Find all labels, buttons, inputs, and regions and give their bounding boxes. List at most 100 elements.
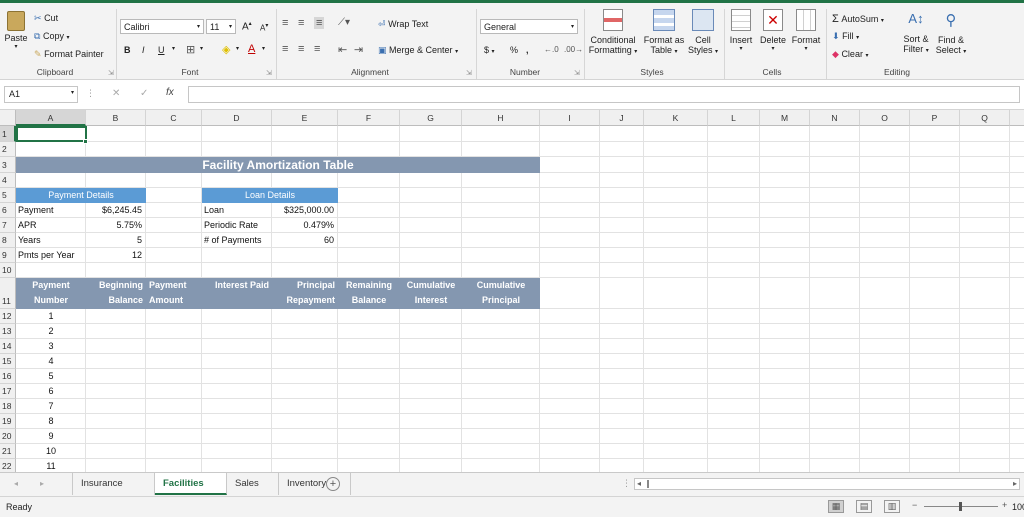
dialog-launcher-icon[interactable]: ⇲ bbox=[466, 69, 472, 77]
row-header[interactable]: 22 bbox=[0, 459, 16, 472]
add-sheet-icon[interactable]: + bbox=[326, 477, 340, 491]
dialog-launcher-icon[interactable]: ⇲ bbox=[108, 69, 114, 77]
chevron-down-icon[interactable]: ▾ bbox=[262, 45, 265, 52]
align-right-icon[interactable]: ≡ bbox=[314, 43, 320, 55]
align-top-icon[interactable]: ≡ bbox=[282, 17, 288, 29]
column-header[interactable]: A bbox=[16, 110, 86, 126]
insert-function-icon[interactable]: fx bbox=[166, 87, 174, 98]
sort-filter-button[interactable]: A↕ Sort & Filter ▾ bbox=[898, 11, 934, 54]
scroll-right-icon[interactable]: ▸ bbox=[1013, 479, 1017, 488]
formula-input[interactable] bbox=[188, 86, 1020, 103]
row-header[interactable]: 6 bbox=[0, 203, 16, 218]
cell-styles-button[interactable]: Cell Styles ▾ bbox=[688, 9, 718, 55]
column-header[interactable]: M bbox=[760, 110, 810, 126]
row-header[interactable]: 2 bbox=[0, 142, 16, 157]
page-break-icon[interactable]: ▥ bbox=[884, 500, 900, 513]
column-header[interactable]: G bbox=[400, 110, 462, 126]
column-header[interactable]: R bbox=[1010, 110, 1024, 126]
borders-icon[interactable]: ⊞ bbox=[186, 43, 195, 56]
row-header[interactable]: 18 bbox=[0, 399, 16, 414]
percent-button[interactable]: % bbox=[510, 45, 518, 55]
increase-font-icon[interactable]: A▴ bbox=[242, 20, 252, 32]
copy-button[interactable]: ⧉ Copy ▾ bbox=[34, 31, 70, 42]
merge-center-button[interactable]: ▣ Merge & Center ▾ bbox=[378, 45, 458, 56]
row-header[interactable]: 3 bbox=[0, 157, 16, 173]
column-header[interactable]: F bbox=[338, 110, 400, 126]
dialog-launcher-icon[interactable]: ⇲ bbox=[574, 69, 580, 77]
column-header[interactable]: D bbox=[202, 110, 272, 126]
scroll-left-icon[interactable]: ◂ bbox=[14, 479, 18, 488]
name-box[interactable]: A1 ▾ bbox=[4, 86, 78, 103]
column-header[interactable]: E bbox=[272, 110, 338, 126]
font-size-combo[interactable]: 11 ▾ bbox=[206, 19, 236, 34]
cut-button[interactable]: ✂ Cut bbox=[34, 13, 58, 24]
scroll-right-icon[interactable]: ▸ bbox=[40, 479, 44, 488]
fill-color-icon[interactable]: ◈ bbox=[222, 43, 230, 56]
page-layout-icon[interactable]: ▤ bbox=[856, 500, 872, 513]
row-header[interactable]: 1 bbox=[0, 126, 16, 142]
align-bottom-icon[interactable]: ≡ bbox=[314, 17, 325, 29]
horizontal-scrollbar[interactable]: ◂ ▸ bbox=[634, 478, 1020, 490]
autosum-button[interactable]: Σ AutoSum ▾ bbox=[832, 13, 884, 25]
delete-button[interactable]: ✕ Delete ▾ bbox=[758, 9, 788, 52]
increase-indent-icon[interactable]: ⇥ bbox=[354, 43, 363, 56]
row-header[interactable]: 17 bbox=[0, 384, 16, 399]
paste-button[interactable]: Paste ▾ bbox=[4, 7, 28, 59]
increase-decimal-icon[interactable]: ←.0 bbox=[544, 45, 559, 54]
zoom-slider[interactable] bbox=[924, 502, 998, 511]
align-left-icon[interactable]: ≡ bbox=[282, 43, 288, 55]
tab-inventory[interactable]: Inventory bbox=[279, 473, 351, 495]
align-center-icon[interactable]: ≡ bbox=[298, 43, 304, 55]
row-header[interactable]: 16 bbox=[0, 369, 16, 384]
chevron-down-icon[interactable]: ▾ bbox=[236, 45, 239, 52]
dialog-launcher-icon[interactable]: ⇲ bbox=[266, 69, 272, 77]
currency-button[interactable]: $ ▾ bbox=[484, 45, 495, 55]
chevron-down-icon[interactable]: ▾ bbox=[172, 45, 175, 52]
column-header[interactable]: P bbox=[910, 110, 960, 126]
row-header[interactable]: 10 bbox=[0, 263, 16, 278]
row-header[interactable]: 7 bbox=[0, 218, 16, 233]
column-header[interactable]: B bbox=[86, 110, 146, 126]
active-cell[interactable] bbox=[16, 126, 87, 142]
italic-button[interactable]: I bbox=[142, 45, 145, 55]
font-name-combo[interactable]: Calibri ▾ bbox=[120, 19, 204, 34]
row-header[interactable]: 19 bbox=[0, 414, 16, 429]
select-all-corner[interactable] bbox=[0, 110, 16, 126]
zoom-slider-thumb[interactable] bbox=[959, 502, 962, 511]
column-header[interactable]: L bbox=[708, 110, 760, 126]
column-header[interactable]: H bbox=[462, 110, 540, 126]
row-header[interactable]: 9 bbox=[0, 248, 16, 263]
enter-icon[interactable]: ✓ bbox=[140, 88, 148, 99]
conditional-formatting-button[interactable]: Conditional Formatting ▾ bbox=[588, 9, 638, 55]
scrollbar-thumb[interactable] bbox=[647, 480, 649, 488]
column-header[interactable]: J bbox=[600, 110, 644, 126]
wrap-text-button[interactable]: ⏎ Wrap Text bbox=[378, 19, 428, 30]
column-header[interactable]: Q bbox=[960, 110, 1010, 126]
row-header[interactable]: 12 bbox=[0, 309, 16, 324]
fill-button[interactable]: ⬇ Fill ▾ bbox=[832, 31, 859, 42]
row-header[interactable]: 11 bbox=[0, 278, 16, 309]
decrease-decimal-icon[interactable]: .00→ bbox=[564, 45, 583, 54]
column-header[interactable]: C bbox=[146, 110, 202, 126]
format-as-table-button[interactable]: Format as Table ▾ bbox=[642, 9, 686, 55]
align-middle-icon[interactable]: ≡ bbox=[298, 17, 304, 29]
orientation-icon[interactable]: ⟋▾ bbox=[338, 17, 350, 28]
font-color-icon[interactable]: A bbox=[248, 43, 255, 55]
row-header[interactable]: 5 bbox=[0, 188, 16, 203]
row-header[interactable]: 15 bbox=[0, 354, 16, 369]
worksheet-grid[interactable]: ABCDEFGHIJKLMNOPQR 123456789101112131415… bbox=[0, 110, 1024, 472]
format-button[interactable]: Format ▾ bbox=[790, 9, 822, 52]
row-header[interactable]: 21 bbox=[0, 444, 16, 459]
clear-button[interactable]: ◆ Clear ▾ bbox=[832, 49, 868, 60]
column-header[interactable]: O bbox=[860, 110, 910, 126]
tab-insurance[interactable]: Insurance bbox=[73, 473, 155, 495]
zoom-out-icon[interactable]: − bbox=[912, 500, 917, 510]
row-header[interactable]: 14 bbox=[0, 339, 16, 354]
underline-button[interactable]: U bbox=[158, 45, 165, 55]
row-header[interactable]: 4 bbox=[0, 173, 16, 188]
column-header[interactable]: I bbox=[540, 110, 600, 126]
row-header[interactable]: 13 bbox=[0, 324, 16, 339]
insert-button[interactable]: Insert ▾ bbox=[728, 9, 754, 52]
number-format-combo[interactable]: General ▾ bbox=[480, 19, 578, 34]
scroll-left-icon[interactable]: ◂ bbox=[637, 479, 641, 488]
